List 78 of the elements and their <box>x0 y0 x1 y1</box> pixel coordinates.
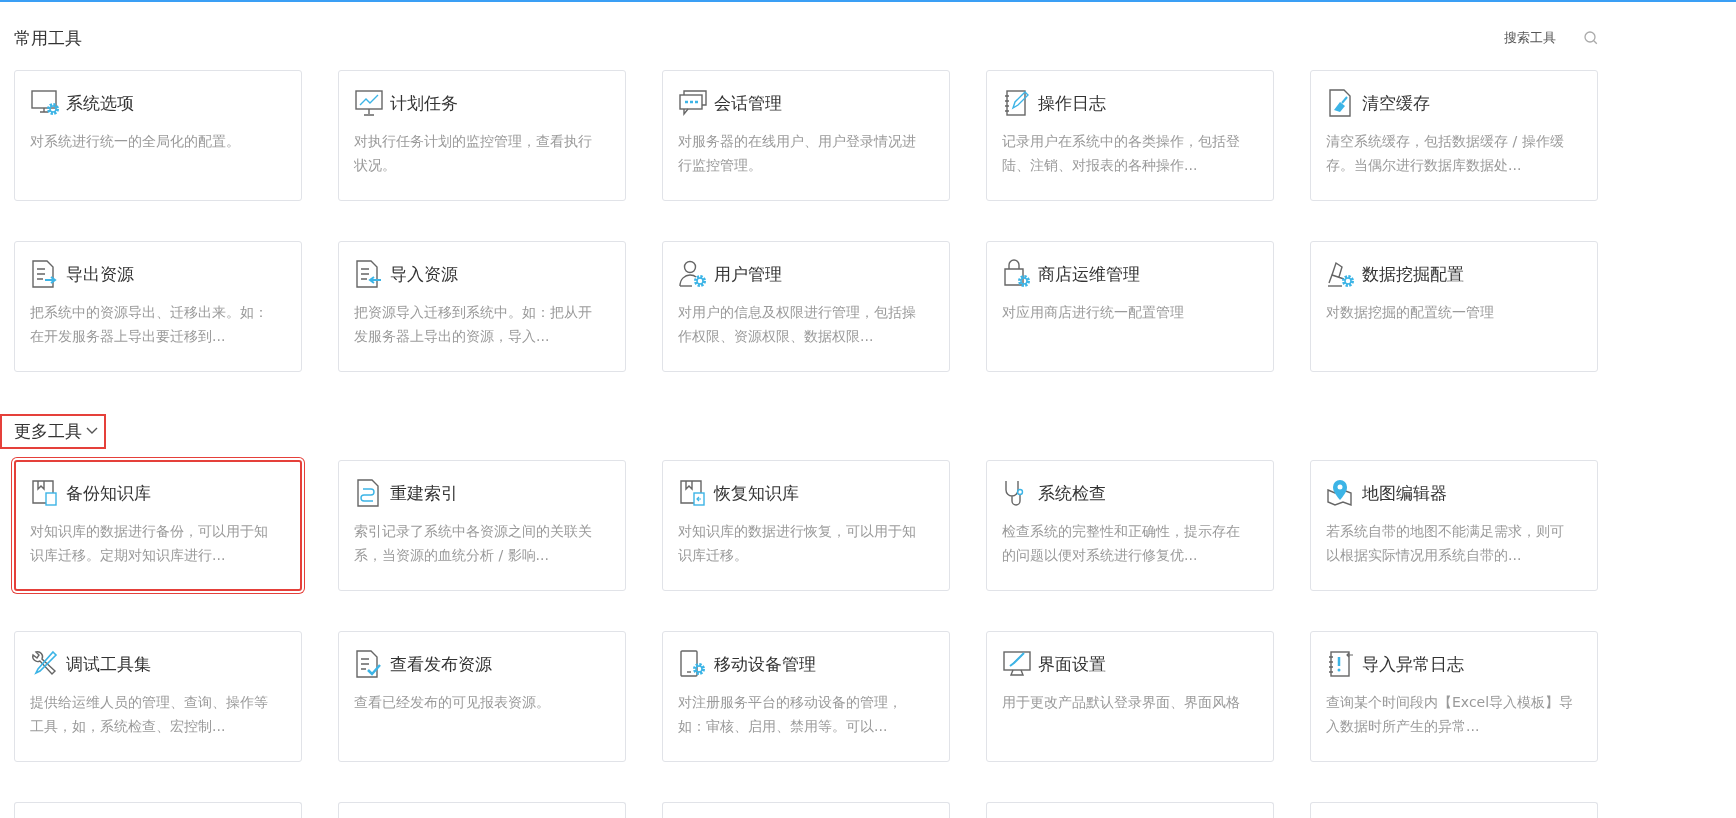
tool-description: 查询某个时间段内【Excel导入模板】导入数据时所产生的异常... <box>1326 693 1575 736</box>
tool-description: 对注册服务平台的移动设备的管理，如：审核、启用、禁用等。可以... <box>678 693 903 736</box>
tool-title: 导出资源 <box>66 262 134 286</box>
tool-card[interactable]: 备份知识库 对知识库的数据进行备份，可以用于知识库迁移。定期对知识库进行... <box>14 460 302 591</box>
tool-description: 索引记录了系统中各资源之间的关联关系，当资源的血统分析 / 影响... <box>354 522 593 565</box>
tool-title: 会话管理 <box>714 91 782 115</box>
tool-card[interactable]: 清空缓存 清空系统缓存，包括数据缓存 / 操作缓存。当偶尔进行数据库数据处... <box>1310 70 1598 201</box>
tool-title: 系统检查 <box>1038 481 1106 505</box>
tool-card[interactable]: 移动设备管理 对注册服务平台的移动设备的管理，如：审核、启用、禁用等。可以... <box>662 631 950 762</box>
tool-description: 若系统自带的地图不能满足需求，则可以根据实际情况用系统自带的... <box>1326 522 1565 565</box>
chat-bubbles-icon <box>678 88 708 118</box>
tool-description: 对服务器的在线用户、用户登录情况进行监控管理。 <box>678 132 917 175</box>
tool-card[interactable]: 导出资源 把系统中的资源导出、迁移出来。如：在开发服务器上导出要迁移到... <box>14 241 302 372</box>
line-chart-icon <box>354 88 384 118</box>
tool-card[interactable]: 界面设置 用于更改产品默认登录界面、界面风格 <box>986 631 1274 762</box>
tool-description: 对系统进行统一的全局化的配置。 <box>30 132 241 151</box>
document-check-icon <box>354 649 384 679</box>
tool-description: 对知识库的数据进行备份，可以用于知识库迁移。定期对知识库进行... <box>30 522 269 565</box>
chevron-down-icon <box>86 427 98 435</box>
tool-title: 移动设备管理 <box>714 652 816 676</box>
tool-title: 用户管理 <box>714 262 782 286</box>
tool-title: 地图编辑器 <box>1362 481 1447 505</box>
tool-card[interactable]: 数据挖掘配置 对数据挖掘的配置统一管理 <box>1310 241 1598 372</box>
shovel-gear-icon <box>1326 259 1356 289</box>
tool-title: 界面设置 <box>1038 652 1106 676</box>
tool-description: 记录用户在系统中的各类操作，包括登陆、注销、对报表的各种操作... <box>1002 132 1241 175</box>
tool-description: 把资源导入迁移到系统中。如：把从开发服务器上导出的资源，导入... <box>354 303 593 346</box>
tool-card[interactable]: 会话管理 对服务器的在线用户、用户登录情况进行监控管理。 <box>662 70 950 201</box>
tool-card[interactable]: 调试工具集 提供给运维人员的管理、查询、操作等工具，如，系统检查、宏控制... <box>14 631 302 762</box>
tool-description: 对数据挖掘的配置统一管理 <box>1326 303 1495 322</box>
tool-title: 导入资源 <box>390 262 458 286</box>
tool-card[interactable]: 用户管理 对用户的信息及权限进行管理，包括操作权限、资源权限、数据权限... <box>662 241 950 372</box>
monitor-brush-icon <box>1002 649 1032 679</box>
tool-description: 对应用商店进行统一配置管理 <box>1002 303 1185 322</box>
tool-title: 备份知识库 <box>66 481 151 505</box>
tool-card[interactable]: 导入资源 把资源导入迁移到系统中。如：把从开发服务器上导出的资源，导入... <box>338 241 626 372</box>
book-icon <box>678 478 708 508</box>
user-gear-icon <box>678 259 708 289</box>
tool-title: 查看发布资源 <box>390 652 492 676</box>
section-toggle[interactable]: 更多工具 <box>2 415 104 447</box>
tool-title: 清空缓存 <box>1362 91 1430 115</box>
tool-title: 计划任务 <box>390 91 458 115</box>
tool-card[interactable]: 查看发布资源 查看已经发布的可见报表资源。 <box>338 631 626 762</box>
tool-title: 调试工具集 <box>66 652 151 676</box>
tool-title: 商店运维管理 <box>1038 262 1140 286</box>
tool-card[interactable]: 系统选项 对系统进行统一的全局化的配置。 <box>14 70 302 201</box>
tool-description: 清空系统缓存，包括数据缓存 / 操作缓存。当偶尔进行数据库数据处... <box>1326 132 1565 175</box>
tool-description: 查看已经发布的可见报表资源。 <box>354 693 551 712</box>
tool-title: 恢复知识库 <box>714 481 799 505</box>
search-tools-link[interactable]: 搜索工具 <box>1504 29 1556 47</box>
tool-title: 操作日志 <box>1038 91 1106 115</box>
tool-title: 导入异常日志 <box>1362 652 1464 676</box>
search-icon[interactable] <box>1584 31 1598 45</box>
tool-description: 对执行任务计划的监控管理，查看执行状况。 <box>354 132 593 175</box>
book-icon <box>30 478 60 508</box>
tool-card[interactable]: 地图编辑器 若系统自带的地图不能满足需求，则可以根据实际情况用系统自带的... <box>1310 460 1598 591</box>
tool-title: 重建索引 <box>390 481 458 505</box>
tool-description: 对知识库的数据进行恢复，可以用于知识库迁移。 <box>678 522 917 565</box>
monitor-gear-icon <box>30 88 60 118</box>
tool-description: 用于更改产品默认登录界面、界面风格 <box>1002 693 1241 712</box>
notebook-alert-icon <box>1326 649 1356 679</box>
document-arrow-icon <box>354 259 384 289</box>
tool-card[interactable]: 重建索引 索引记录了系统中各资源之间的关联关系，当资源的血统分析 / 影响... <box>338 460 626 591</box>
tool-card[interactable]: 商店运维管理 对应用商店进行统一配置管理 <box>986 241 1274 372</box>
tool-description: 把系统中的资源导出、迁移出来。如：在开发服务器上导出要迁移到... <box>30 303 269 346</box>
tool-card[interactable]: 操作日志 记录用户在系统中的各类操作，包括登陆、注销、对报表的各种操作... <box>986 70 1274 201</box>
tool-description: 提供给运维人员的管理、查询、操作等工具，如，系统检查、宏控制... <box>30 693 269 736</box>
tool-title: 数据挖掘配置 <box>1362 262 1464 286</box>
tool-card[interactable]: 导入异常日志 查询某个时间段内【Excel导入模板】导入数据时所产生的异常... <box>1310 631 1598 762</box>
phone-gear-icon <box>678 649 708 679</box>
tool-title: 系统选项 <box>66 91 134 115</box>
section-title: 常用工具 <box>14 26 82 50</box>
tool-description: 对用户的信息及权限进行管理，包括操作权限、资源权限、数据权限... <box>678 303 917 346</box>
bag-gear-icon <box>1002 259 1032 289</box>
tool-card[interactable]: 系统检查 检查系统的完整性和正确性，提示存在的问题以便对系统进行修复优... <box>986 460 1274 591</box>
tool-card[interactable]: 恢复知识库 对知识库的数据进行恢复，可以用于知识库迁移。 <box>662 460 950 591</box>
tool-card[interactable]: 计划任务 对执行任务计划的监控管理，查看执行状况。 <box>338 70 626 201</box>
tool-description: 检查系统的完整性和正确性，提示存在的问题以便对系统进行修复优... <box>1002 522 1241 565</box>
